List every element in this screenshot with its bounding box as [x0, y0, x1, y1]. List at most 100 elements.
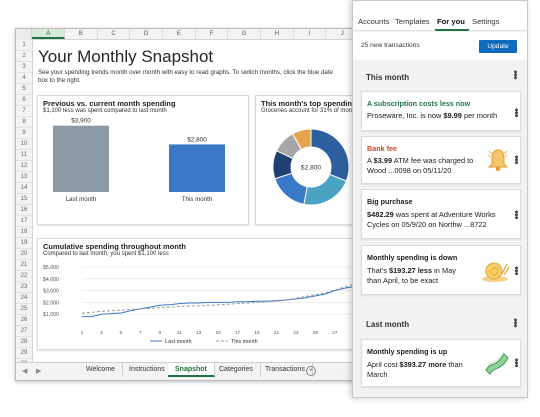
row-header[interactable]: 4 [16, 73, 32, 84]
tab-settings[interactable]: Settings [472, 17, 499, 26]
more-options-icon[interactable]: ••• [509, 318, 521, 327]
bell-icon [487, 149, 509, 172]
more-options-icon[interactable]: ••• [510, 358, 522, 367]
row-header[interactable]: 28 [16, 337, 32, 348]
tab-scroll-left-icon[interactable]: ◀ [22, 367, 27, 375]
card-body: That's $193.27 less in May than April, t… [367, 266, 456, 285]
money-icon [485, 351, 509, 375]
row-header[interactable]: 10 [16, 139, 32, 150]
tab-accounts[interactable]: Accounts [358, 17, 389, 26]
bar [169, 144, 225, 192]
column-header[interactable]: G [228, 29, 262, 39]
column-header[interactable]: H [261, 29, 294, 39]
spreadsheet-window: A B C D E F G H I J 1 2 3 4 5 6 7 8 9 10 11 12 13 14 1… [15, 28, 360, 381]
tab-templates[interactable]: Templates [395, 17, 430, 26]
row-header[interactable]: 7 [16, 106, 32, 117]
sheet-tab-bar: ◀ ▶ Welcome Instructions Snapshot Catego… [16, 362, 359, 380]
row-header[interactable]: 20 [16, 249, 32, 260]
row-header[interactable]: 12 [16, 161, 32, 172]
x-tick-label: 7 [139, 330, 142, 336]
card-body: April cost $393.27 more than March [367, 360, 463, 379]
row-header[interactable]: 6 [16, 95, 32, 106]
y-tick-label: $3,000 [43, 289, 59, 295]
row-header[interactable]: 18 [16, 227, 32, 238]
more-options-icon[interactable]: ••• [510, 108, 522, 117]
row-header[interactable]: 29 [16, 348, 32, 359]
column-header[interactable]: I [294, 29, 327, 39]
row-header[interactable]: 9 [16, 128, 32, 139]
new-transactions-text: 25 new transactions [361, 42, 420, 49]
donut-chart-card[interactable]: This month's top spending Groceries acco… [255, 95, 359, 225]
bar-chart-card[interactable]: Previous vs. current month spending $1,1… [37, 95, 249, 225]
section-last-month: Last month ••• [353, 312, 527, 336]
more-options-icon[interactable]: ••• [510, 266, 522, 275]
select-all-corner[interactable] [16, 29, 33, 40]
row-header[interactable]: 11 [16, 150, 32, 161]
sheet-subtitle: See your spending trends month over mont… [38, 69, 333, 84]
more-options-icon[interactable]: ••• [510, 155, 522, 164]
sheet-tab-categories[interactable]: Categories [212, 363, 261, 377]
x-tick-label: 9 [158, 330, 161, 336]
card-title: A subscription costs less now [367, 99, 471, 108]
bar-rect [53, 125, 109, 192]
more-options-icon[interactable]: ••• [509, 70, 521, 79]
row-header[interactable]: 26 [16, 315, 32, 326]
sheet-tab-transactions[interactable]: Transactions [258, 363, 313, 377]
insight-card-spending-up[interactable]: Monthly spending is up April cost $393.2… [361, 339, 522, 387]
x-tick-label: 17 [235, 330, 241, 336]
row-header[interactable]: 13 [16, 172, 32, 183]
column-header[interactable]: E [163, 29, 196, 39]
x-tick-label: 23 [293, 330, 299, 336]
card-title: Big purchase [367, 197, 413, 206]
line-chart-card[interactable]: Cumulative spending throughout month Com… [37, 238, 359, 350]
tab-scroll-right-icon[interactable]: ▶ [36, 367, 41, 375]
row-header[interactable]: 21 [16, 260, 32, 271]
section-title: This month [366, 73, 410, 82]
column-header[interactable]: A [32, 29, 66, 39]
sheet-tab-welcome[interactable]: Welcome [79, 363, 124, 377]
row-header[interactable]: 19 [16, 238, 32, 249]
column-header[interactable]: D [130, 29, 164, 39]
row-header[interactable]: 8 [16, 117, 32, 128]
insight-card-bank-fee[interactable]: Bank fee A $3.99 ATM fee was charged to … [361, 136, 522, 184]
card-body: $482.29 was spent at Adventure Works Cyc… [367, 210, 496, 229]
snail-icon [482, 262, 510, 282]
card-body: Proseware, Inc. is now $9.99 per month [367, 111, 498, 120]
column-header[interactable]: C [98, 29, 131, 39]
row-header[interactable]: 1 [16, 40, 32, 51]
bar-rect [169, 144, 225, 192]
column-header[interactable]: F [196, 29, 229, 39]
more-options-icon[interactable]: ••• [510, 210, 522, 219]
row-header[interactable]: 16 [16, 205, 32, 216]
card-title: Bank fee [367, 144, 397, 153]
row-header[interactable]: 25 [16, 304, 32, 315]
insight-card-spending-down[interactable]: Monthly spending is down That's $193.27 … [361, 245, 522, 295]
x-tick-label: 25 [313, 330, 319, 336]
bar [53, 125, 109, 192]
row-header[interactable]: 24 [16, 293, 32, 304]
y-tick-label: $4,000 [43, 277, 59, 283]
insight-card-subscription[interactable]: A subscription costs less now Proseware,… [361, 91, 522, 131]
column-header[interactable]: B [65, 29, 98, 39]
donut-slice [310, 128, 350, 182]
active-tab-indicator [435, 29, 469, 31]
row-header[interactable]: 14 [16, 183, 32, 194]
row-header[interactable]: 2 [16, 51, 32, 62]
x-tick-label: 5 [120, 330, 123, 336]
insight-card-big-purchase[interactable]: Big purchase $482.29 was spent at Advent… [361, 189, 522, 239]
row-header[interactable]: 5 [16, 84, 32, 95]
row-header[interactable]: 23 [16, 282, 32, 293]
row-header[interactable]: 17 [16, 216, 32, 227]
sheet-tab-snapshot[interactable]: Snapshot [168, 363, 215, 377]
donut-slice [274, 172, 308, 205]
add-sheet-button[interactable]: + [306, 366, 316, 376]
legend-label: Last month [165, 339, 192, 345]
row-header[interactable]: 3 [16, 62, 32, 73]
update-button[interactable]: Update [479, 40, 517, 53]
sheet-tab-instructions[interactable]: Instructions [122, 363, 173, 377]
row-header[interactable]: 27 [16, 326, 32, 337]
row-header[interactable]: 22 [16, 271, 32, 282]
tab-for-you[interactable]: For you [437, 17, 465, 26]
bar-chart: $3,900 Last month $2,800 This month [53, 118, 225, 203]
row-header[interactable]: 15 [16, 194, 32, 205]
